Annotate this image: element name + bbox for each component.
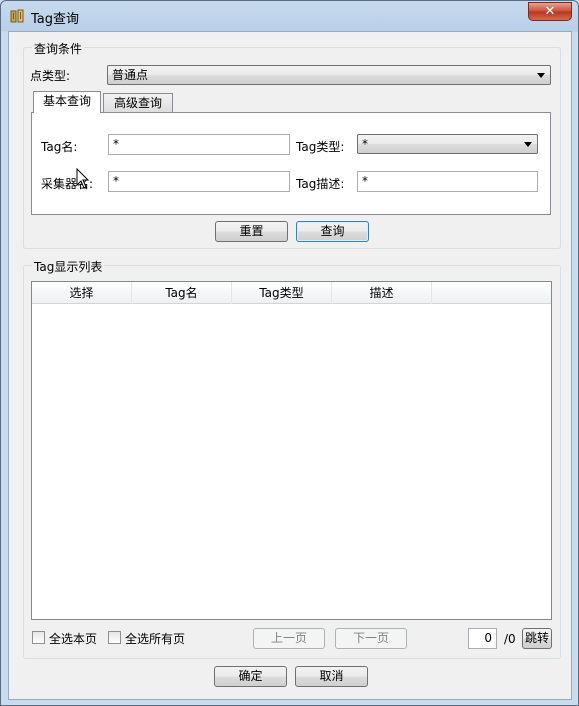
tag-name-value: * <box>113 137 119 151</box>
mouse-cursor-icon <box>76 168 90 189</box>
column-header-tag-name[interactable]: Tag名 <box>132 282 232 304</box>
prev-page-button[interactable]: 上一页 <box>253 628 325 649</box>
query-conditions-group: 查询条件 点类型: 普通点 基本查询 高级查询 Tag名: * Tag类型: * <box>23 40 561 249</box>
collector-name-input[interactable]: * <box>108 171 290 192</box>
tag-query-window: Tag查询 ✕ 查询条件 点类型: 普通点 基本查询 高级查询 Tag名: * <box>0 0 579 706</box>
chevron-down-icon <box>537 73 545 78</box>
select-all-pages-checkbox[interactable] <box>108 631 121 644</box>
point-type-value: 普通点 <box>112 68 149 82</box>
close-button[interactable]: ✕ <box>528 2 572 21</box>
tag-type-select[interactable]: * <box>357 134 538 154</box>
column-header-select[interactable]: 选择 <box>32 282 132 304</box>
window-title: Tag查询 <box>31 12 80 27</box>
tab-advanced-query[interactable]: 高级查询 <box>103 93 173 113</box>
point-type-label: 点类型: <box>30 69 71 83</box>
tag-name-input[interactable]: * <box>108 134 290 155</box>
chevron-down-icon <box>524 142 532 147</box>
select-page-label[interactable]: 全选本页 <box>49 630 97 647</box>
title-bar[interactable]: Tag查询 ✕ <box>1 1 578 31</box>
tab-basic-query[interactable]: 基本查询 <box>33 91 101 113</box>
tag-list-table[interactable]: 选择 Tag名 Tag类型 描述 <box>31 281 552 620</box>
ok-button[interactable]: 确定 <box>214 666 287 687</box>
table-header: 选择 Tag名 Tag类型 描述 <box>32 282 551 304</box>
next-page-button[interactable]: 下一页 <box>335 628 407 649</box>
column-header-description[interactable]: 描述 <box>332 282 432 304</box>
select-all-pages-label[interactable]: 全选所有页 <box>125 630 185 647</box>
column-header-tag-type[interactable]: Tag类型 <box>232 282 332 304</box>
close-icon: ✕ <box>544 4 556 19</box>
tag-desc-label: Tag描述: <box>296 177 345 191</box>
tag-type-label: Tag类型: <box>296 140 345 154</box>
tag-list-legend: Tag显示列表 <box>32 258 105 275</box>
select-page-checkbox[interactable] <box>32 631 45 644</box>
point-type-select[interactable]: 普通点 <box>107 65 551 85</box>
dialog-client: 查询条件 点类型: 普通点 基本查询 高级查询 Tag名: * Tag类型: * <box>8 31 572 700</box>
tab-basic-query-label: 基本查询 <box>42 94 91 108</box>
tag-name-label: Tag名: <box>41 140 78 154</box>
query-conditions-legend: 查询条件 <box>32 40 85 57</box>
tag-list-group: Tag显示列表 选择 Tag名 Tag类型 描述 全选本页 全选所有页 上一页 … <box>23 258 561 659</box>
collector-name-value: * <box>113 174 119 188</box>
app-icon <box>10 9 24 23</box>
reset-button[interactable]: 重置 <box>215 221 288 242</box>
page-number-input[interactable]: 0 <box>468 628 497 649</box>
tab-advanced-query-label: 高级查询 <box>113 96 162 110</box>
basic-query-panel: Tag名: * Tag类型: * 采集器名: * Tag描述: * <box>31 112 551 215</box>
tag-type-value: * <box>362 137 368 151</box>
tag-desc-value: * <box>362 174 368 188</box>
page-total: /0 <box>504 632 516 646</box>
query-button[interactable]: 查询 <box>296 221 369 242</box>
jump-button[interactable]: 跳转 <box>522 628 552 649</box>
tag-desc-input[interactable]: * <box>357 171 538 192</box>
cancel-button[interactable]: 取消 <box>295 666 368 687</box>
page-number-value: 0 <box>484 631 492 645</box>
